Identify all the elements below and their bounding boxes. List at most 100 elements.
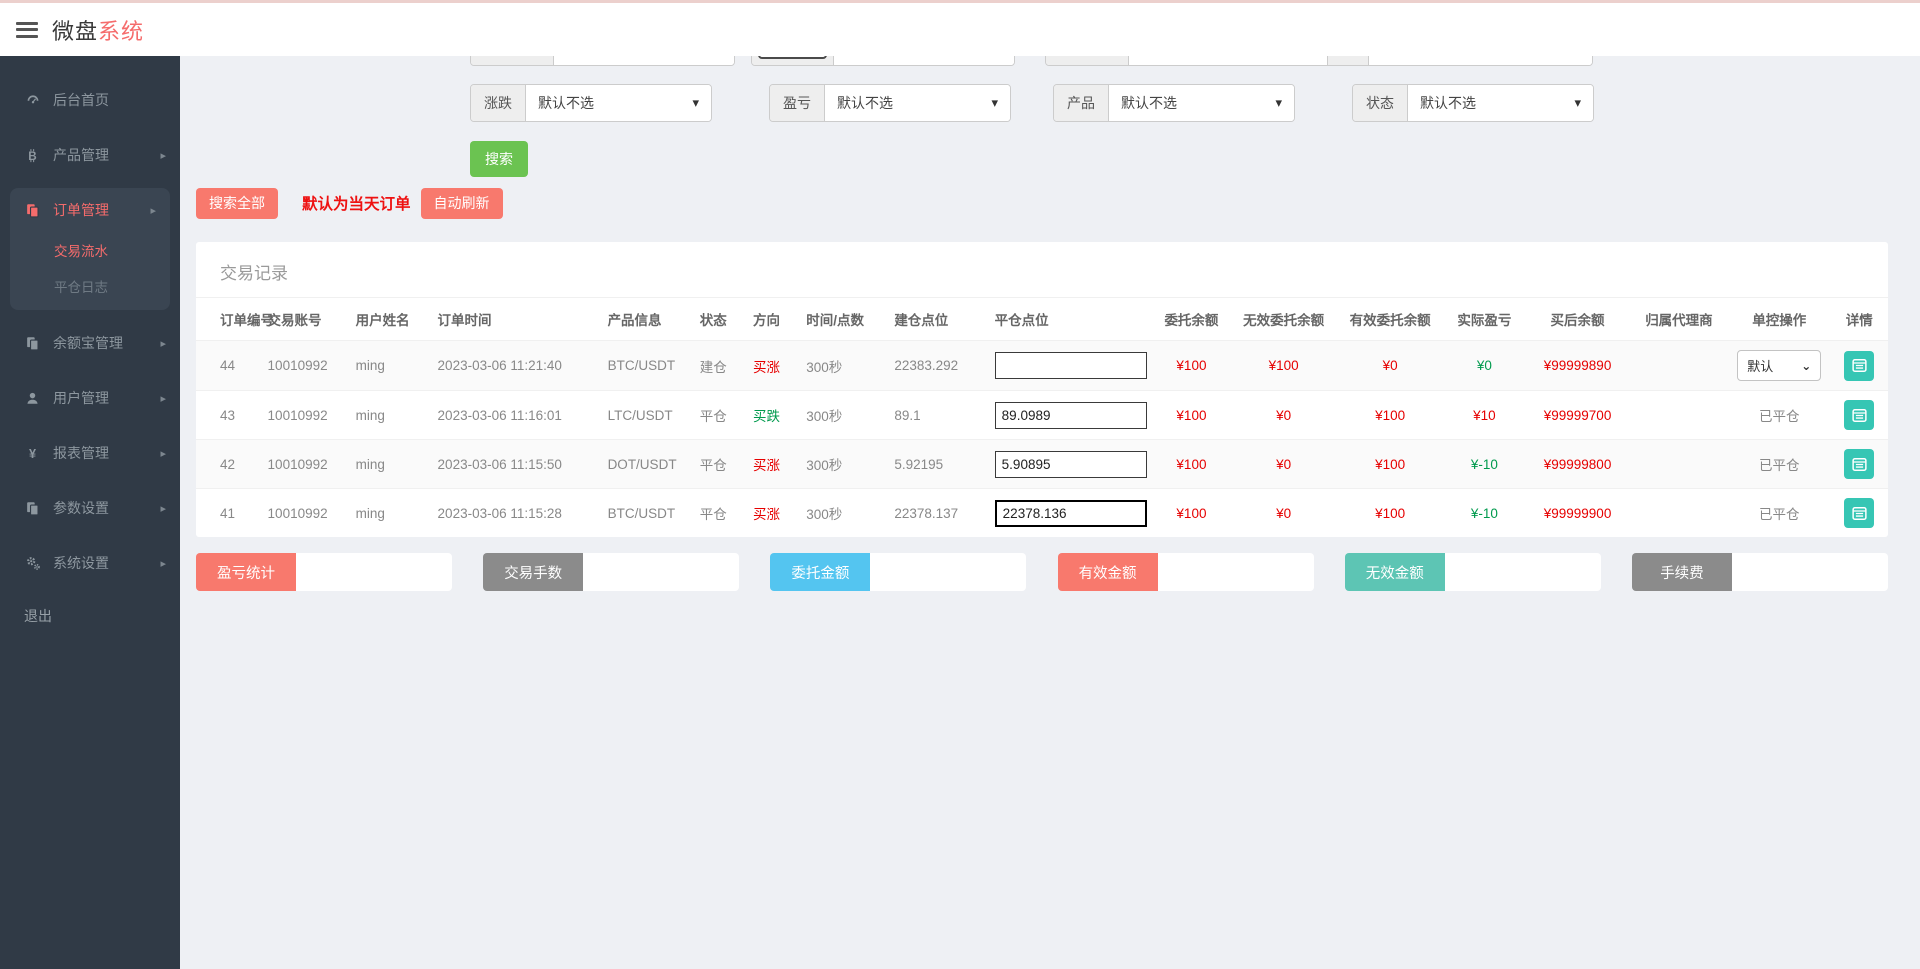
orders-icon bbox=[24, 202, 41, 219]
cell-open-price: 22378.137 bbox=[888, 489, 988, 538]
search-all-button[interactable]: 搜索全部 bbox=[196, 188, 278, 219]
selected-value: 默认不选 bbox=[1420, 93, 1476, 113]
close-price-input[interactable] bbox=[995, 451, 1147, 478]
cell-detail bbox=[1831, 489, 1889, 538]
sidebar-subitem-close-log[interactable]: 平仓日志 bbox=[10, 268, 170, 304]
control-select[interactable]: 默认⌄ bbox=[1737, 350, 1821, 381]
cell-status: 平仓 bbox=[694, 489, 747, 538]
sidebar-item-orders[interactable]: 订单管理▸ bbox=[10, 188, 170, 232]
detail-button[interactable] bbox=[1844, 449, 1874, 479]
updown-label: 涨跌 bbox=[471, 85, 526, 121]
search-button[interactable]: 搜索 bbox=[470, 141, 528, 177]
top-bar: 微盘系统 bbox=[0, 0, 1920, 56]
cell-invalid-entrust: ¥0 bbox=[1230, 391, 1337, 440]
cell-entrust-balance: ¥100 bbox=[1153, 391, 1231, 440]
sidebar-item-label: 用户管理 bbox=[53, 388, 160, 408]
cell-valid-entrust: ¥100 bbox=[1337, 489, 1444, 538]
column-header: 无效委托余额 bbox=[1230, 298, 1337, 341]
cell-product: LTC/USDT bbox=[602, 391, 694, 440]
cell-detail bbox=[1831, 440, 1889, 489]
stat-value bbox=[1445, 553, 1601, 591]
cell-username: ming bbox=[350, 440, 432, 489]
stat-label: 手续费 bbox=[1632, 553, 1732, 591]
updown-select[interactable]: 默认不选▾ bbox=[526, 85, 711, 121]
cell-account: 10010992 bbox=[262, 489, 350, 538]
sidebar-item-products[interactable]: B产品管理▸ bbox=[0, 133, 180, 177]
detail-button[interactable] bbox=[1844, 351, 1874, 381]
wallet-icon bbox=[24, 335, 41, 352]
cell-agent bbox=[1630, 341, 1728, 391]
status-select[interactable]: 默认不选▾ bbox=[1408, 85, 1593, 121]
chevron-right-icon: ▸ bbox=[160, 557, 166, 570]
sidebar-item-params[interactable]: 参数设置▸ bbox=[0, 486, 180, 530]
cell-open-price: 5.92195 bbox=[888, 440, 988, 489]
sidebar-active-group: 订单管理▸交易流水平仓日志 bbox=[10, 188, 170, 310]
sidebar-item-label: 订单管理 bbox=[53, 200, 150, 220]
cell-detail bbox=[1831, 391, 1889, 440]
product-select[interactable]: 默认不选▾ bbox=[1109, 85, 1294, 121]
cell-direction: 买涨 bbox=[747, 440, 800, 489]
cell-direction: 买涨 bbox=[747, 341, 800, 391]
app-logo: 微盘系统 bbox=[52, 14, 144, 46]
chevron-down-icon: ▾ bbox=[991, 95, 998, 111]
status-label: 状态 bbox=[1353, 85, 1408, 121]
params-icon bbox=[24, 500, 41, 517]
close-price-input[interactable] bbox=[995, 402, 1147, 429]
cell-agent bbox=[1630, 391, 1728, 440]
stat-value bbox=[870, 553, 1026, 591]
cell-open-price: 89.1 bbox=[888, 391, 988, 440]
cell-valid-entrust: ¥0 bbox=[1337, 341, 1444, 391]
sidebar-item-users[interactable]: 用户管理▸ bbox=[0, 376, 180, 420]
chevron-down-icon: ▾ bbox=[692, 95, 699, 111]
cell-control: 已平仓 bbox=[1728, 391, 1830, 440]
column-header: 建仓点位 bbox=[888, 298, 988, 341]
sidebar-item-reports[interactable]: ¥报表管理▸ bbox=[0, 431, 180, 475]
stat-valid-amount: 有效金额 bbox=[1058, 553, 1314, 591]
column-header: 方向 bbox=[747, 298, 800, 341]
hamburger-menu-icon[interactable] bbox=[16, 22, 38, 38]
cell-duration: 300秒 bbox=[800, 391, 888, 440]
chevron-right-icon: ▸ bbox=[160, 337, 166, 350]
sidebar-item-label: 余额宝管理 bbox=[53, 333, 160, 353]
selected-value: 默认不选 bbox=[1121, 93, 1177, 113]
cell-order-id: 43 bbox=[196, 391, 262, 440]
sidebar-item-label: 参数设置 bbox=[53, 498, 160, 518]
detail-button[interactable] bbox=[1844, 400, 1874, 430]
close-price-input[interactable] bbox=[995, 500, 1147, 527]
sidebar-item-dashboard[interactable]: 后台首页 bbox=[0, 78, 180, 122]
stat-invalid-amount: 无效金额 bbox=[1345, 553, 1601, 591]
cell-valid-entrust: ¥100 bbox=[1337, 391, 1444, 440]
selected-value: 默认不选 bbox=[837, 93, 893, 113]
cell-entrust-balance: ¥100 bbox=[1153, 489, 1231, 538]
cell-status: 建仓 bbox=[694, 341, 747, 391]
cell-after-balance: ¥99999800 bbox=[1525, 440, 1629, 489]
product-filter: 产品默认不选▾ bbox=[1053, 84, 1295, 122]
stat-value bbox=[583, 553, 739, 591]
sidebar-item-yuebao[interactable]: 余额宝管理▸ bbox=[0, 321, 180, 365]
stat-trade-lots: 交易手数 bbox=[483, 553, 739, 591]
column-header: 委托余额 bbox=[1153, 298, 1231, 341]
sidebar-subitem-trade-flow[interactable]: 交易流水 bbox=[10, 232, 170, 268]
cell-actual-profit: ¥-10 bbox=[1443, 489, 1525, 538]
main-content: 订单编号 客户 ▾ 订单时间 至 涨跌默认不选▾盈亏默认不选▾产品默认不选▾状态… bbox=[180, 0, 1920, 591]
column-header: 详情 bbox=[1831, 298, 1889, 341]
logout-button[interactable]: 退出 bbox=[0, 596, 180, 636]
profit-select[interactable]: 默认不选 ▾ bbox=[825, 85, 1010, 121]
cell-close-price bbox=[989, 391, 1153, 440]
detail-button[interactable] bbox=[1844, 498, 1874, 528]
product-label: 产品 bbox=[1054, 85, 1109, 121]
chevron-right-icon: ▸ bbox=[150, 204, 156, 217]
stat-label: 交易手数 bbox=[483, 553, 583, 591]
cell-username: ming bbox=[350, 391, 432, 440]
cell-direction: 买涨 bbox=[747, 489, 800, 538]
auto-refresh-button[interactable]: 自动刷新 bbox=[421, 188, 503, 219]
close-price-input[interactable] bbox=[995, 352, 1147, 379]
stat-profit-stat: 盈亏统计 bbox=[196, 553, 452, 591]
cell-order-time: 2023-03-06 11:21:40 bbox=[432, 341, 602, 391]
logo-accent: 系统 bbox=[98, 19, 144, 44]
chevron-down-icon: ⌄ bbox=[1801, 359, 1811, 373]
user-icon bbox=[24, 390, 41, 407]
cell-control: 已平仓 bbox=[1728, 440, 1830, 489]
sidebar-item-system[interactable]: 系统设置▸ bbox=[0, 541, 180, 585]
column-header: 订单时间 bbox=[432, 298, 602, 341]
